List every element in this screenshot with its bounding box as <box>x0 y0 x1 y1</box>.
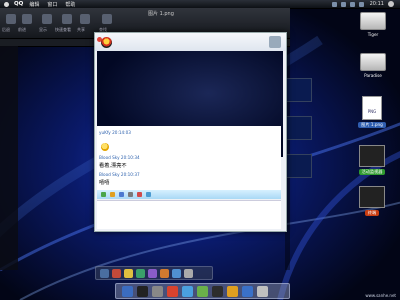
menu-edit[interactable]: 编辑 <box>29 1 39 8</box>
message-meta: Blood Sky 20:10:34 <box>99 155 140 160</box>
history-icon[interactable] <box>146 192 151 197</box>
message-meta: yuKfy 20:14:03 <box>99 130 131 135</box>
desktop-icon-label: Paradise <box>364 73 382 78</box>
wifi-icon[interactable] <box>340 1 346 7</box>
dashboard-icon[interactable] <box>137 285 148 297</box>
shake-icon[interactable] <box>137 192 142 197</box>
message-text: 嘻嘻 <box>99 180 110 186</box>
trash-icon[interactable] <box>257 285 268 297</box>
desktop-icon-paradise[interactable]: Paradise <box>354 53 392 79</box>
back-icon[interactable] <box>6 14 16 24</box>
toolbar-label: 显示 <box>39 27 47 32</box>
app-menu-qq[interactable]: QQ <box>14 1 23 7</box>
finder-icon[interactable] <box>122 285 133 297</box>
hard-drive-icon <box>360 53 386 71</box>
preview-thumbnail[interactable] <box>286 116 312 140</box>
upper-dock <box>95 266 213 280</box>
input-toolbar <box>97 190 281 199</box>
activity-monitor-icon <box>359 145 385 167</box>
app-icon[interactable] <box>112 268 121 278</box>
qq-icon[interactable] <box>167 285 178 297</box>
desktop-icon-tiger[interactable]: Tiger <box>358 12 388 38</box>
app-icon[interactable] <box>136 268 145 278</box>
screenshot-icon[interactable] <box>128 192 133 197</box>
preview-thumbnail[interactable] <box>286 154 312 178</box>
emoticon-icon <box>101 143 109 151</box>
desktop-icon-label: 图片 1.png <box>358 122 386 128</box>
desktop-icon-label: 终端 <box>364 210 380 216</box>
finder-sidebar[interactable] <box>0 46 18 270</box>
menubar-clock[interactable]: 20:11 <box>370 1 384 7</box>
message-meta: Blood Sky 20:10:37 <box>99 172 140 177</box>
font-icon[interactable] <box>101 192 106 197</box>
system-preferences-icon[interactable] <box>152 285 163 297</box>
app-icon[interactable] <box>160 268 169 278</box>
toolbar-label: 快速查看 <box>55 27 71 32</box>
menu-help[interactable]: 帮助 <box>65 1 75 8</box>
volume-icon[interactable] <box>349 1 355 7</box>
png-document-icon: PNG <box>362 96 382 120</box>
message-text: 看着,漂亮不 <box>99 163 127 169</box>
app-icon[interactable] <box>227 285 238 297</box>
app-icon[interactable] <box>242 285 253 297</box>
terminal-icon[interactable] <box>212 285 223 297</box>
main-dock <box>115 283 290 299</box>
desktop-icon-label: Tiger <box>367 32 379 37</box>
share-icon[interactable] <box>80 14 90 24</box>
battery-icon[interactable] <box>358 1 364 7</box>
quicklook-icon[interactable] <box>62 14 72 24</box>
app-icon[interactable] <box>184 268 193 278</box>
menu-window[interactable]: 窗口 <box>47 1 57 8</box>
emoticon-picker-icon[interactable] <box>110 192 115 197</box>
preview-thumbnail[interactable] <box>286 78 312 102</box>
chat-header <box>95 33 286 51</box>
qq-penguin-icon <box>101 37 112 48</box>
hard-drive-icon <box>360 12 386 30</box>
status-tray: 20:11 <box>331 0 394 8</box>
toolbar-label: 共享 <box>77 27 85 32</box>
desktop-icon-activity-monitor[interactable]: 活动监视器 <box>350 145 394 175</box>
apple-icon[interactable] <box>4 1 9 7</box>
desktop-icon-terminal[interactable]: 终端 <box>350 186 394 216</box>
window-title: 图片 1.png <box>148 11 174 17</box>
watermark: www.sanhe.net <box>365 293 396 298</box>
app-icon[interactable] <box>148 268 157 278</box>
app-icon[interactable] <box>172 268 181 278</box>
view-icon[interactable] <box>42 14 52 24</box>
finder-icon[interactable] <box>100 268 109 278</box>
desktop-icon-image-file[interactable]: PNG 图片 1.png <box>350 96 394 128</box>
file-badge: PNG <box>367 109 377 114</box>
contact-avatar[interactable] <box>269 36 281 48</box>
terminal-icon <box>359 186 385 208</box>
bluetooth-icon[interactable] <box>331 1 337 7</box>
toolbar-label: 前进 <box>18 27 26 32</box>
forward-icon[interactable] <box>22 14 32 24</box>
message-input[interactable] <box>97 200 281 229</box>
app-icon[interactable] <box>197 285 208 297</box>
toolbar-label: 后退 <box>2 27 10 32</box>
spotlight-icon[interactable] <box>388 1 394 7</box>
qq-chat-window: yuKfy 20:14:03 Blood Sky 20:10:34 看着,漂亮不… <box>94 32 287 232</box>
desktop-icon-label: 活动监视器 <box>358 169 386 175</box>
image-icon[interactable] <box>119 192 124 197</box>
app-icon[interactable] <box>124 268 133 278</box>
find-icon[interactable] <box>102 14 112 24</box>
chat-log: yuKfy 20:14:03 Blood Sky 20:10:34 看着,漂亮不… <box>97 126 281 190</box>
safari-icon[interactable] <box>182 285 193 297</box>
